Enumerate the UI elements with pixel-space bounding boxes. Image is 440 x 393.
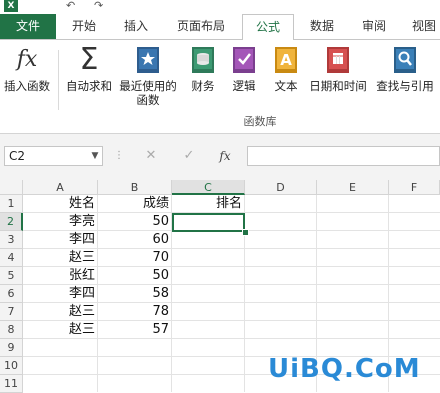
- recently-used-label-2: 函数: [136, 93, 160, 107]
- text-label: 文本: [274, 79, 298, 93]
- row-header-5[interactable]: 5: [0, 267, 23, 285]
- active-cell-c2[interactable]: [172, 213, 245, 232]
- cell-b1[interactable]: 成绩: [98, 195, 171, 213]
- select-all-corner[interactable]: [0, 180, 23, 195]
- cancel-icon[interactable]: ✕: [140, 146, 162, 166]
- autosum-button[interactable]: Σ 自动求和: [62, 44, 116, 114]
- logical-button[interactable]: 逻辑: [224, 44, 264, 114]
- tab-file[interactable]: 文件: [0, 14, 56, 39]
- text-button[interactable]: A 文本: [266, 44, 306, 114]
- row-header-4[interactable]: 4: [0, 249, 23, 267]
- tab-page-layout[interactable]: 页面布局: [166, 14, 236, 39]
- calendar-book-icon: [325, 46, 351, 74]
- cell-b2[interactable]: 50: [98, 213, 171, 231]
- undo-icon[interactable]: ↶: [66, 0, 80, 12]
- financial-button[interactable]: 财务: [182, 44, 224, 114]
- recently-used-button[interactable]: 最近使用的 函数: [116, 44, 180, 114]
- formula-input[interactable]: [247, 146, 440, 166]
- tab-formulas[interactable]: 公式: [242, 14, 294, 40]
- cell-a6[interactable]: 李四: [23, 285, 97, 303]
- column-header-f[interactable]: F: [389, 180, 440, 195]
- cell-b8[interactable]: 57: [98, 321, 171, 339]
- cell-a3[interactable]: 李四: [23, 231, 97, 249]
- tab-review[interactable]: 审阅: [350, 14, 398, 39]
- excel-logo-icon: X: [4, 0, 18, 12]
- tab-home[interactable]: 开始: [60, 14, 108, 39]
- cell-a7[interactable]: 赵三: [23, 303, 97, 321]
- function-library-group-label: 函数库: [243, 115, 277, 128]
- text-book-icon: A: [273, 46, 299, 74]
- tab-insert[interactable]: 插入: [112, 14, 160, 39]
- insert-function-label: 插入函数: [4, 79, 50, 93]
- fill-handle[interactable]: [242, 229, 249, 236]
- cell-a2[interactable]: 李亮: [23, 213, 97, 231]
- cell-c1[interactable]: 排名: [172, 195, 244, 213]
- cell-b6[interactable]: 58: [98, 285, 171, 303]
- tab-data[interactable]: 数据: [298, 14, 346, 39]
- date-time-button[interactable]: 日期和时间: [306, 44, 370, 114]
- svg-text:A: A: [280, 51, 292, 69]
- row-header-10[interactable]: 10: [0, 357, 23, 375]
- tab-view[interactable]: 视图: [404, 14, 440, 39]
- column-header-a[interactable]: A: [23, 180, 98, 195]
- formula-bar-grip-icon[interactable]: ⋮: [114, 146, 124, 166]
- cell-a1[interactable]: 姓名: [23, 195, 97, 213]
- coins-book-icon: [190, 46, 216, 74]
- row-header-3[interactable]: 3: [0, 231, 23, 249]
- star-book-icon: [135, 46, 161, 74]
- cell-b4[interactable]: 70: [98, 249, 171, 267]
- row-header-2[interactable]: 2: [0, 213, 23, 231]
- logical-label: 逻辑: [232, 79, 256, 93]
- enter-icon[interactable]: ✓: [178, 146, 200, 166]
- row-header-8[interactable]: 8: [0, 321, 23, 339]
- lookup-reference-button[interactable]: 查找与引用: [372, 44, 438, 114]
- ribbon-separator: [58, 50, 59, 110]
- magnifier-book-icon: [392, 46, 418, 74]
- cell-b5[interactable]: 50: [98, 267, 171, 285]
- redo-icon[interactable]: ↷: [94, 0, 108, 12]
- sigma-icon: Σ: [79, 42, 99, 77]
- row-header-9[interactable]: 9: [0, 339, 23, 357]
- cell-b7[interactable]: 78: [98, 303, 171, 321]
- financial-label: 财务: [191, 79, 215, 93]
- insert-function-icon[interactable]: fx: [214, 146, 236, 166]
- lookup-reference-label: 查找与引用: [376, 79, 434, 93]
- column-header-c[interactable]: C: [172, 180, 245, 195]
- column-header-d[interactable]: D: [245, 180, 317, 195]
- cell-a5[interactable]: 张红: [23, 267, 97, 285]
- watermark-logo: UiBQ.CoM: [268, 354, 421, 384]
- cell-a8[interactable]: 赵三: [23, 321, 97, 339]
- date-time-label: 日期和时间: [309, 79, 367, 93]
- row-header-6[interactable]: 6: [0, 285, 23, 303]
- check-book-icon: [231, 46, 257, 74]
- cell-b3[interactable]: 60: [98, 231, 171, 249]
- name-box-dropdown-icon[interactable]: ▼: [88, 146, 102, 166]
- column-header-b[interactable]: B: [98, 180, 172, 195]
- column-header-e[interactable]: E: [317, 180, 389, 195]
- fx-icon: fx: [16, 47, 38, 72]
- row-header-11[interactable]: 11: [0, 375, 23, 393]
- insert-function-button[interactable]: fx 插入函数: [0, 44, 54, 114]
- row-header-7[interactable]: 7: [0, 303, 23, 321]
- cell-a4[interactable]: 赵三: [23, 249, 97, 267]
- row-header-1[interactable]: 1: [0, 195, 23, 213]
- autosum-label: 自动求和: [66, 79, 112, 93]
